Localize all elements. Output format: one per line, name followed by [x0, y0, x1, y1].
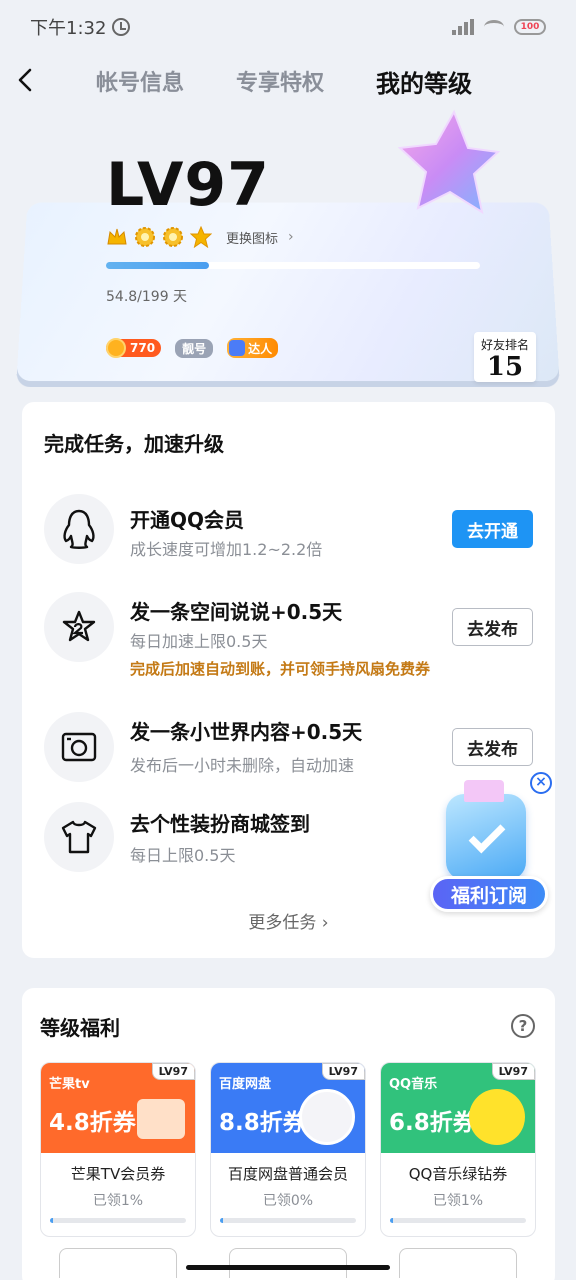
coupon-card[interactable]: QQ音乐 6.8折券 LV97 QQ音乐绿钻券 已领1%	[380, 1062, 536, 1237]
chevron-right-icon: ›	[322, 913, 329, 933]
help-icon[interactable]: ?	[511, 1014, 535, 1038]
close-icon[interactable]: ×	[530, 772, 552, 794]
coupon-progress-fill	[50, 1218, 53, 1223]
coupon-brand: 百度网盘	[219, 1073, 271, 1092]
tab-account-info[interactable]: 帐号信息	[96, 65, 184, 97]
camera-icon	[44, 712, 114, 782]
mascot-icon	[299, 1089, 355, 1145]
task-desc: 成长速度可增加1.2~2.2倍	[130, 536, 322, 560]
promo-label: 福利订阅	[430, 876, 548, 912]
coupon-card[interactable]: 芒果tv 4.8折券 LV97 芒果TV会员券 已领1%	[40, 1062, 196, 1237]
level-tags: 770 靓号 达人	[106, 338, 278, 358]
coupon-banner: QQ音乐 6.8折券 LV97	[381, 1063, 535, 1153]
level-badges: 更换图标 ›	[106, 226, 294, 248]
coupon-progress-fill	[220, 1218, 223, 1223]
signal-icon	[452, 19, 474, 35]
task-desc: 发布后一小时未删除，自动加速	[130, 752, 354, 776]
shopping-cart-icon	[137, 1099, 185, 1139]
coupon-brand: 芒果tv	[49, 1073, 90, 1092]
music-note-icon	[469, 1089, 525, 1145]
top-nav: 帐号信息 专享特权 我的等级	[0, 54, 576, 106]
coupon-discount: 8.8折券	[219, 1103, 306, 1137]
claim-button[interactable]	[399, 1248, 517, 1278]
pretty-number-tag[interactable]: 靓号	[175, 339, 213, 358]
task-name: 发一条小世界内容+0.5天	[130, 716, 362, 745]
coupon-name: 芒果TV会员券	[41, 1163, 195, 1184]
change-icon-link[interactable]: 更换图标	[226, 228, 278, 247]
friend-rank-value: 15	[474, 353, 536, 381]
open-membership-button[interactable]: 去开通	[452, 510, 533, 548]
level-title: LV97	[106, 150, 270, 220]
tab-my-level[interactable]: 我的等级	[376, 64, 472, 99]
chevron-right-icon[interactable]: ›	[288, 229, 294, 245]
coupon-name: 百度网盘普通会员	[211, 1163, 365, 1184]
sun-icon	[134, 226, 156, 248]
level-progress-text: 54.8/199 天	[106, 286, 187, 306]
coupon-name: QQ音乐绿钻券	[381, 1163, 535, 1184]
coupon-card[interactable]: 百度网盘 8.8折券 LV97 百度网盘普通会员 已领0%	[210, 1062, 366, 1237]
crown-icon	[464, 780, 504, 802]
claim-button[interactable]	[59, 1248, 177, 1278]
home-indicator[interactable]	[186, 1265, 390, 1270]
coupon-progress-bar	[220, 1218, 356, 1223]
coin-tag[interactable]: 770	[106, 339, 161, 357]
expert-tag[interactable]: 达人	[227, 338, 278, 358]
friend-rank[interactable]: 好友排名 15	[474, 332, 536, 382]
coupon-level: LV97	[492, 1063, 535, 1080]
friend-rank-label: 好友排名	[474, 332, 536, 353]
coupon-discount: 6.8折券	[389, 1103, 476, 1137]
coupon-progress-bar	[50, 1218, 186, 1223]
coupon-brand: QQ音乐	[389, 1073, 437, 1092]
task-desc: 每日加速上限0.5天	[130, 628, 267, 652]
checkmark-icon	[469, 817, 506, 854]
claim-button[interactable]	[229, 1248, 347, 1278]
tab-exclusive-privileges[interactable]: 专享特权	[236, 65, 324, 97]
expert-icon	[229, 340, 245, 356]
coupon-progress-fill	[390, 1218, 393, 1223]
coupon-level: LV97	[322, 1063, 365, 1080]
level-benefits-card: 等级福利 ? 芒果tv 4.8折券 LV97 芒果TV会员券 已领1% 百度网盘…	[22, 988, 555, 1280]
coupon-progress-bar	[390, 1218, 526, 1223]
benefits-title: 等级福利	[40, 1012, 120, 1041]
welfare-subscription-widget[interactable]: 福利订阅 ×	[428, 772, 552, 920]
star-icon	[190, 226, 212, 248]
coin-count: 770	[130, 341, 155, 355]
crown-icon	[106, 226, 128, 248]
coupon-banner: 芒果tv 4.8折券 LV97	[41, 1063, 195, 1153]
coin-icon	[106, 338, 126, 358]
task-desc: 每日上限0.5天	[130, 842, 235, 866]
coupon-discount: 4.8折券	[49, 1103, 136, 1137]
coupon-claimed: 已领0%	[211, 1190, 365, 1210]
more-tasks-label: 更多任务	[248, 913, 316, 933]
task-name: 去个性装扮商城签到	[130, 808, 310, 837]
star-outline-icon	[44, 592, 114, 662]
task-name: 发一条空间说说+0.5天	[130, 596, 342, 625]
wifi-icon	[484, 20, 504, 34]
expert-label: 达人	[248, 340, 272, 357]
task-section-title: 完成任务，加速升级	[44, 428, 224, 457]
coupon-claimed: 已领1%	[41, 1190, 195, 1210]
post-qzone-button[interactable]: 去发布	[452, 608, 533, 646]
task-note: 完成后加速自动到账，并可领手持风扇免费券	[130, 658, 430, 679]
penguin-icon	[44, 494, 114, 564]
sun-icon	[162, 226, 184, 248]
status-time: 下午1:32	[30, 14, 106, 40]
tshirt-icon	[44, 802, 114, 872]
coupon-claimed: 已领1%	[381, 1190, 535, 1210]
battery-icon: 100	[514, 19, 546, 35]
promo-box-icon	[446, 794, 526, 880]
star-icon	[392, 108, 502, 218]
level-progress-bar	[106, 262, 480, 269]
post-small-world-button[interactable]: 去发布	[452, 728, 533, 766]
coupon-level: LV97	[152, 1063, 195, 1080]
level-progress-fill	[106, 262, 209, 269]
status-bar: 下午1:32 100	[0, 0, 576, 54]
alarm-icon	[112, 18, 130, 36]
coupon-banner: 百度网盘 8.8折券 LV97	[211, 1063, 365, 1153]
status-icons: 100	[452, 19, 546, 35]
back-arrow-icon[interactable]	[14, 68, 38, 92]
task-name: 开通QQ会员	[130, 504, 244, 533]
